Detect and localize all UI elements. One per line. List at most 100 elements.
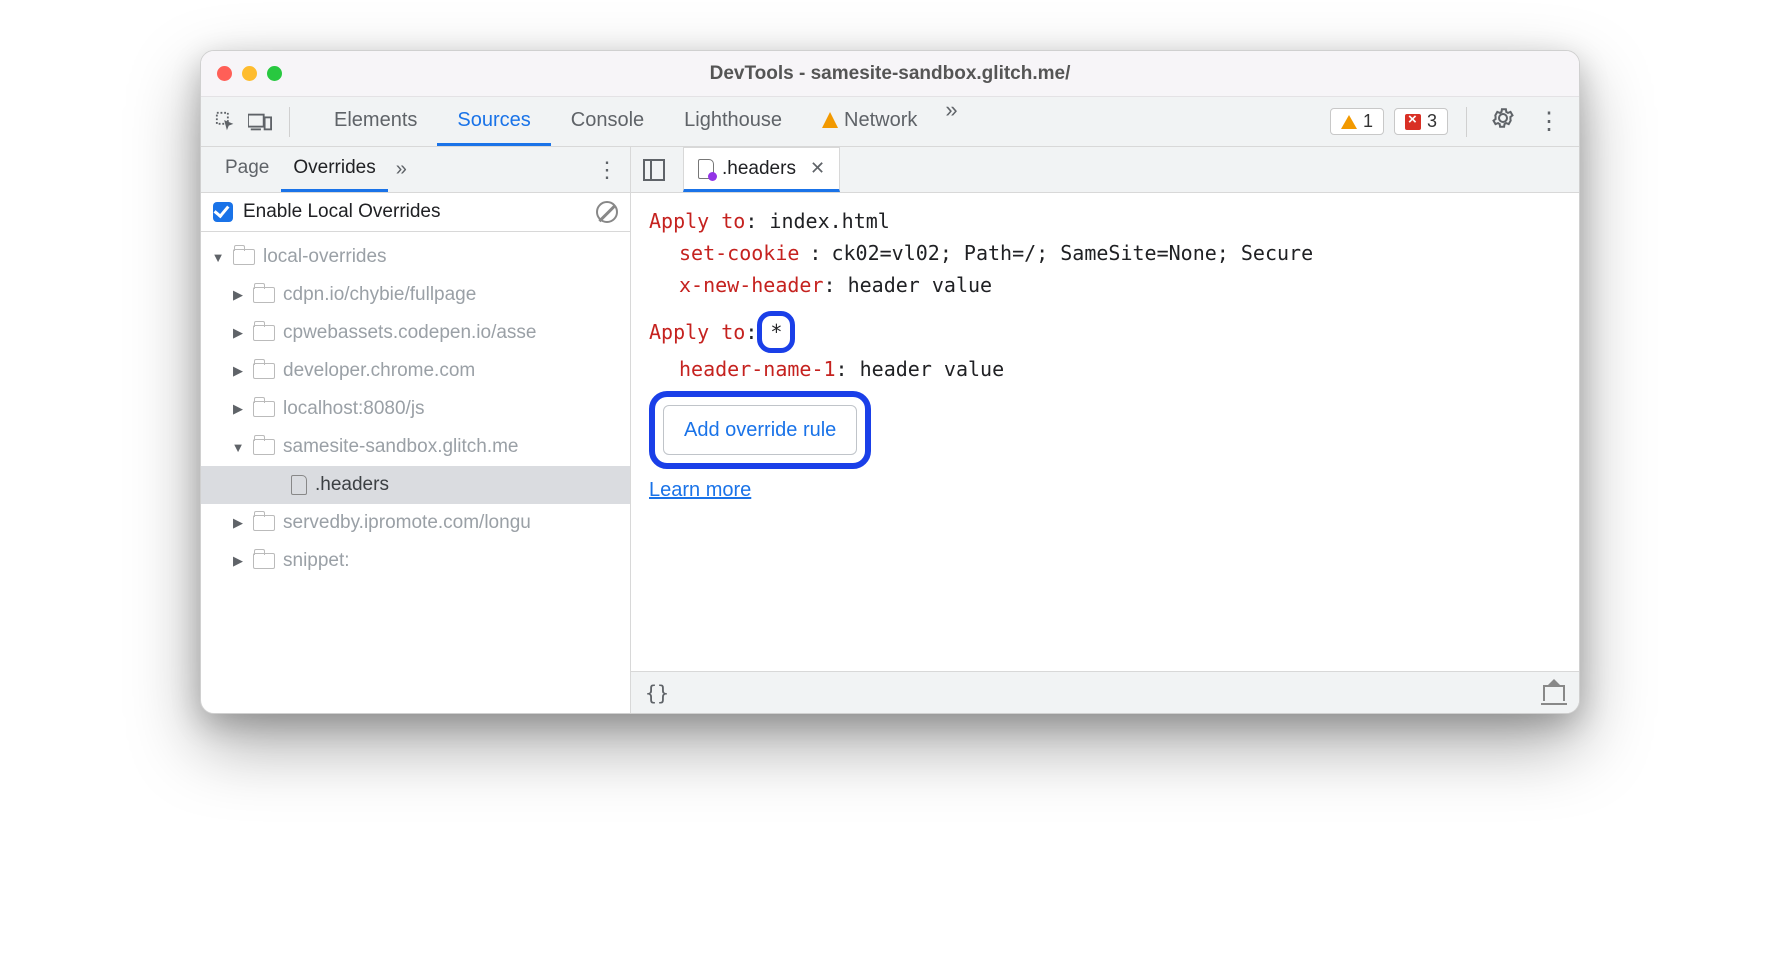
caret-right-icon: ▶ bbox=[231, 553, 245, 569]
editor-body[interactable]: Apply to: index.html set-cookie : ck02=v… bbox=[631, 193, 1579, 671]
window-title: DevTools - samesite-sandbox.glitch.me/ bbox=[201, 63, 1579, 85]
folder-icon bbox=[253, 515, 275, 531]
errors-badge[interactable]: 3 bbox=[1394, 108, 1448, 135]
header-name[interactable]: x-new-header bbox=[679, 269, 824, 301]
tree-item[interactable]: ▼ samesite-sandbox.glitch.me bbox=[201, 428, 630, 466]
navigator-tab-overrides[interactable]: Overrides bbox=[281, 147, 387, 192]
navigator-tabs: Page Overrides » ⋮ bbox=[201, 147, 631, 192]
tree-item[interactable]: ▶cpwebassets.codepen.io/asse bbox=[201, 314, 630, 352]
window-titlebar: DevTools - samesite-sandbox.glitch.me/ bbox=[201, 51, 1579, 97]
footer-braces[interactable]: {} bbox=[645, 681, 669, 705]
apply-to-target[interactable]: * bbox=[770, 316, 782, 348]
navigator-sidebar: Enable Local Overrides ▼ local-overrides… bbox=[201, 193, 631, 713]
file-modified-icon bbox=[698, 159, 714, 179]
tab-console[interactable]: Console bbox=[551, 97, 664, 146]
navigator-tab-page[interactable]: Page bbox=[213, 147, 281, 192]
tab-elements[interactable]: Elements bbox=[314, 97, 437, 146]
error-count: 3 bbox=[1427, 111, 1437, 132]
caret-down-icon: ▼ bbox=[231, 440, 245, 455]
header-row: header-name-1: header value bbox=[649, 353, 1561, 385]
header-value[interactable]: header value bbox=[860, 353, 1005, 385]
header-row: x-new-header: header value bbox=[649, 269, 1561, 301]
tree-item-label: servedby.ipromote.com/longu bbox=[283, 512, 531, 534]
editor-footer: {} bbox=[631, 671, 1579, 713]
caret-right-icon: ▶ bbox=[231, 515, 245, 531]
inspect-icon[interactable] bbox=[213, 109, 239, 135]
warning-count: 1 bbox=[1363, 111, 1373, 132]
tree-item-label: cdpn.io/chybie/fullpage bbox=[283, 284, 476, 306]
apply-to-keyword: Apply to bbox=[649, 316, 745, 348]
header-name[interactable]: header-name-1 bbox=[679, 353, 836, 385]
device-toggle-icon[interactable] bbox=[247, 109, 273, 135]
error-icon bbox=[1405, 114, 1421, 130]
clear-overrides-icon[interactable] bbox=[596, 201, 618, 223]
apply-to-target[interactable]: index.html bbox=[769, 205, 889, 237]
tree-item-label: samesite-sandbox.glitch.me bbox=[283, 436, 519, 458]
navigator-more-tabs-icon[interactable]: » bbox=[388, 158, 415, 181]
more-tabs-icon[interactable]: » bbox=[937, 97, 965, 146]
enable-overrides-label: Enable Local Overrides bbox=[243, 201, 441, 223]
caret-right-icon: ▶ bbox=[231, 401, 245, 417]
tree-item[interactable]: ▶ localhost:8080/js bbox=[201, 390, 630, 428]
header-name[interactable]: set-cookie bbox=[679, 237, 799, 269]
close-tab-icon[interactable]: ✕ bbox=[810, 158, 825, 179]
learn-more-link[interactable]: Learn more bbox=[649, 479, 751, 501]
apply-to-keyword: Apply to bbox=[649, 205, 745, 237]
folder-icon bbox=[253, 439, 275, 455]
apply-to-row: Apply to: index.html bbox=[649, 205, 1561, 237]
sub-toolbar: Page Overrides » ⋮ .headers ✕ bbox=[201, 147, 1579, 193]
file-tree: ▼ local-overrides ▶cdpn.io/chybie/fullpa… bbox=[201, 232, 630, 713]
tree-item[interactable]: ▶ servedby.ipromote.com/longu bbox=[201, 504, 630, 542]
tree-item-label: snippet: bbox=[283, 550, 350, 572]
editor-tabs-bar: .headers ✕ bbox=[631, 147, 1579, 192]
enable-overrides-row[interactable]: Enable Local Overrides bbox=[201, 193, 630, 232]
show-drawer-icon[interactable] bbox=[1543, 685, 1565, 701]
header-value[interactable]: ck02=vl02; Path=/; SameSite=None; Secure bbox=[831, 237, 1313, 269]
more-options-icon[interactable]: ⋮ bbox=[1531, 107, 1567, 136]
tree-root[interactable]: ▼ local-overrides bbox=[201, 238, 630, 276]
caret-right-icon: ▶ bbox=[231, 363, 245, 379]
folder-icon bbox=[233, 249, 255, 265]
main-toolbar: Elements Sources Console Lighthouse Netw… bbox=[201, 97, 1579, 147]
devtools-window: DevTools - samesite-sandbox.glitch.me/ E… bbox=[200, 50, 1580, 714]
tree-item[interactable]: ▶cdpn.io/chybie/fullpage bbox=[201, 276, 630, 314]
highlight-wildcard: * bbox=[757, 311, 795, 353]
caret-down-icon: ▼ bbox=[211, 250, 225, 265]
settings-icon[interactable] bbox=[1485, 106, 1521, 137]
folder-icon bbox=[253, 363, 275, 379]
folder-icon bbox=[253, 401, 275, 417]
warnings-badge[interactable]: 1 bbox=[1330, 108, 1384, 135]
apply-to-row: Apply to: * bbox=[649, 311, 1561, 353]
folder-icon bbox=[253, 287, 275, 303]
minimize-window-button[interactable] bbox=[242, 66, 257, 81]
tree-item-label: localhost:8080/js bbox=[283, 398, 425, 420]
zoom-window-button[interactable] bbox=[267, 66, 282, 81]
warning-icon bbox=[1341, 115, 1357, 129]
add-override-rule-button[interactable]: Add override rule bbox=[663, 405, 857, 455]
tree-item[interactable]: ▶ snippet: bbox=[201, 542, 630, 580]
close-window-button[interactable] bbox=[217, 66, 232, 81]
tab-sources[interactable]: Sources bbox=[437, 97, 550, 146]
header-row: set-cookie : ck02=vl02; Path=/; SameSite… bbox=[649, 237, 1561, 269]
file-tab-label: .headers bbox=[722, 158, 796, 180]
tree-file-label: .headers bbox=[315, 474, 389, 496]
tree-item-label: cpwebassets.codepen.io/asse bbox=[283, 322, 537, 344]
tree-root-label: local-overrides bbox=[263, 246, 387, 268]
toggle-navigator-icon[interactable] bbox=[643, 159, 665, 181]
content-area: Enable Local Overrides ▼ local-overrides… bbox=[201, 193, 1579, 713]
highlight-add-button: Add override rule bbox=[649, 391, 871, 469]
tree-file-selected[interactable]: .headers bbox=[201, 466, 630, 504]
file-icon bbox=[291, 475, 307, 495]
traffic-lights bbox=[217, 66, 282, 81]
editor-pane: Apply to: index.html set-cookie : ck02=v… bbox=[631, 193, 1579, 713]
header-value[interactable]: header value bbox=[848, 269, 993, 301]
tree-item-label: developer.chrome.com bbox=[283, 360, 475, 382]
tab-network[interactable]: Network bbox=[802, 97, 937, 146]
tree-item[interactable]: ▶ developer.chrome.com bbox=[201, 352, 630, 390]
tab-lighthouse[interactable]: Lighthouse bbox=[664, 97, 802, 146]
navigator-options-icon[interactable]: ⋮ bbox=[596, 157, 618, 183]
folder-icon bbox=[253, 325, 275, 341]
file-tab-headers[interactable]: .headers ✕ bbox=[683, 147, 840, 192]
enable-overrides-checkbox[interactable] bbox=[213, 202, 233, 222]
folder-icon bbox=[253, 553, 275, 569]
